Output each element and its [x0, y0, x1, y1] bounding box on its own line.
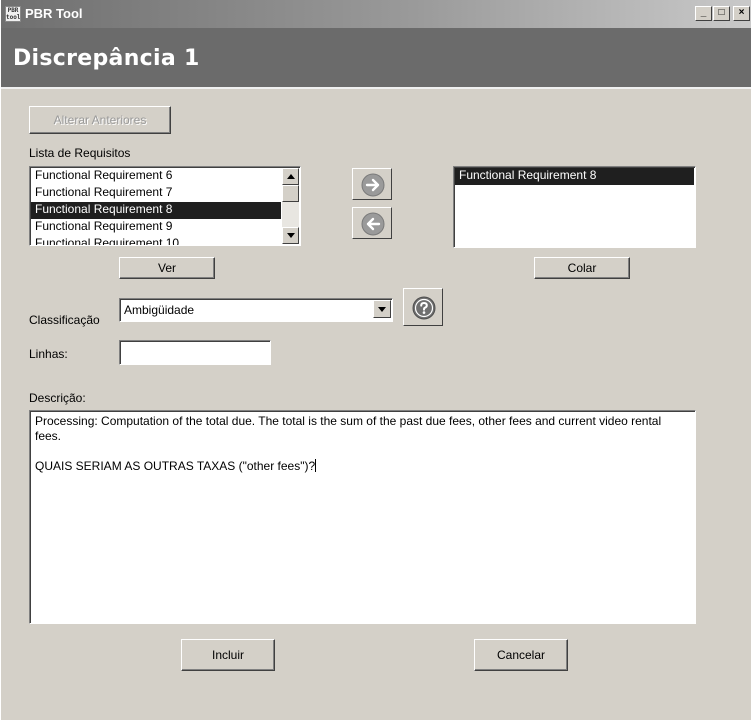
close-button[interactable]: ×	[733, 6, 750, 21]
description-text: Processing: Computation of the total due…	[35, 414, 662, 473]
arrow-left-circle-icon	[361, 212, 385, 236]
description-label: Descrição:	[29, 391, 86, 405]
header-banner: Discrepância 1	[1, 28, 751, 87]
triangle-down-icon	[287, 233, 295, 238]
list-item-selected[interactable]: Functional Requirement 8	[455, 168, 694, 185]
help-button[interactable]	[403, 288, 443, 326]
classification-value: Ambigüidade	[124, 303, 195, 317]
description-textarea[interactable]: Processing: Computation of the total due…	[29, 410, 696, 624]
cancel-button[interactable]: Cancelar	[474, 639, 568, 671]
requirements-list-label: Lista de Requisitos	[29, 146, 131, 160]
alter-previous-button[interactable]: Alterar Anteriores	[29, 106, 171, 134]
chevron-down-icon	[378, 307, 386, 312]
app-icon: PBR tool	[5, 6, 21, 22]
window-title: PBR Tool	[25, 6, 83, 21]
selected-requirements-list[interactable]: Functional Requirement 8	[453, 166, 696, 248]
scroll-up-button[interactable]	[282, 168, 299, 185]
view-button[interactable]: Ver	[119, 257, 215, 279]
lines-label: Linhas:	[29, 347, 68, 361]
include-button[interactable]: Incluir	[181, 639, 275, 671]
classification-label: Classificação	[29, 313, 100, 327]
header-divider	[1, 87, 751, 89]
list-item[interactable]: Functional Requirement 6	[31, 168, 281, 185]
maximize-button[interactable]: □	[713, 6, 730, 21]
requirements-scrollbar[interactable]	[282, 168, 299, 244]
scroll-down-button[interactable]	[282, 227, 299, 244]
arrow-right-circle-icon	[361, 173, 385, 197]
classification-select[interactable]: Ambigüidade	[119, 298, 393, 322]
move-left-button[interactable]	[352, 207, 392, 239]
page-title: Discrepância 1	[13, 46, 200, 71]
paste-button[interactable]: Colar	[534, 257, 630, 279]
text-caret	[315, 459, 317, 472]
lines-input[interactable]	[119, 340, 271, 365]
list-item-selected[interactable]: Functional Requirement 8	[31, 202, 281, 219]
classification-select-field: Ambigüidade	[119, 298, 393, 322]
minimize-button[interactable]: _	[695, 6, 712, 21]
title-bar[interactable]: PBR tool PBR Tool _ □ ×	[1, 0, 751, 28]
dropdown-button[interactable]	[373, 300, 391, 318]
list-item[interactable]: Functional Requirement 10	[31, 236, 281, 245]
question-mark-circle-icon	[412, 296, 436, 320]
list-item[interactable]: Functional Requirement 9	[31, 219, 281, 236]
move-right-button[interactable]	[352, 168, 392, 200]
pbr-tool-window: PBR tool PBR Tool _ □ × Discrepância 1 A…	[0, 0, 751, 720]
scrollbar-thumb[interactable]	[282, 185, 299, 202]
triangle-up-icon	[287, 174, 295, 179]
requirements-list[interactable]: Functional Requirement 6 Functional Requ…	[29, 166, 301, 246]
list-item[interactable]: Functional Requirement 7	[31, 185, 281, 202]
